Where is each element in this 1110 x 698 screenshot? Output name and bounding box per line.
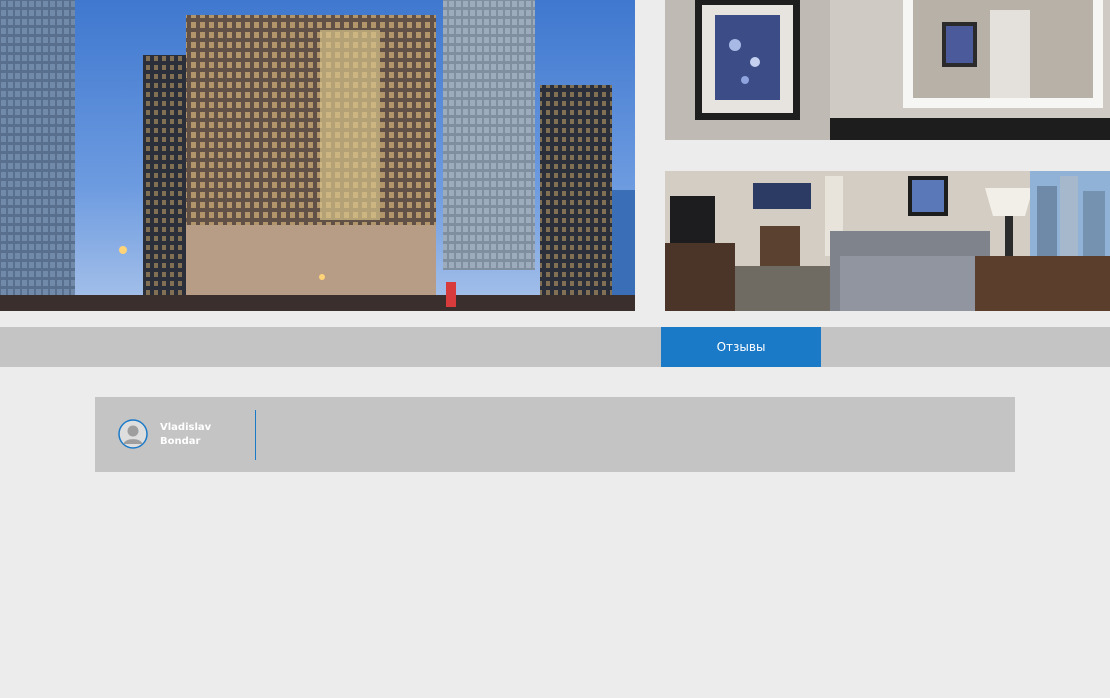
- tab-reviews[interactable]: Отзывы: [661, 327, 821, 367]
- review-card: Vladislav Bondar: [95, 397, 1015, 472]
- card-divider: [255, 410, 256, 460]
- hotel-living-room-photo[interactable]: [665, 171, 1110, 311]
- user-avatar-icon: [118, 419, 148, 449]
- hotel-exterior-photo[interactable]: [0, 0, 635, 311]
- tab-bar: Отзывы: [0, 327, 1110, 367]
- hotel-bathroom-photo[interactable]: [665, 0, 1110, 140]
- reviewer-name: Vladislav Bondar: [160, 422, 212, 447]
- hotel-page: Отзывы Vladislav Bondar: [0, 0, 1110, 698]
